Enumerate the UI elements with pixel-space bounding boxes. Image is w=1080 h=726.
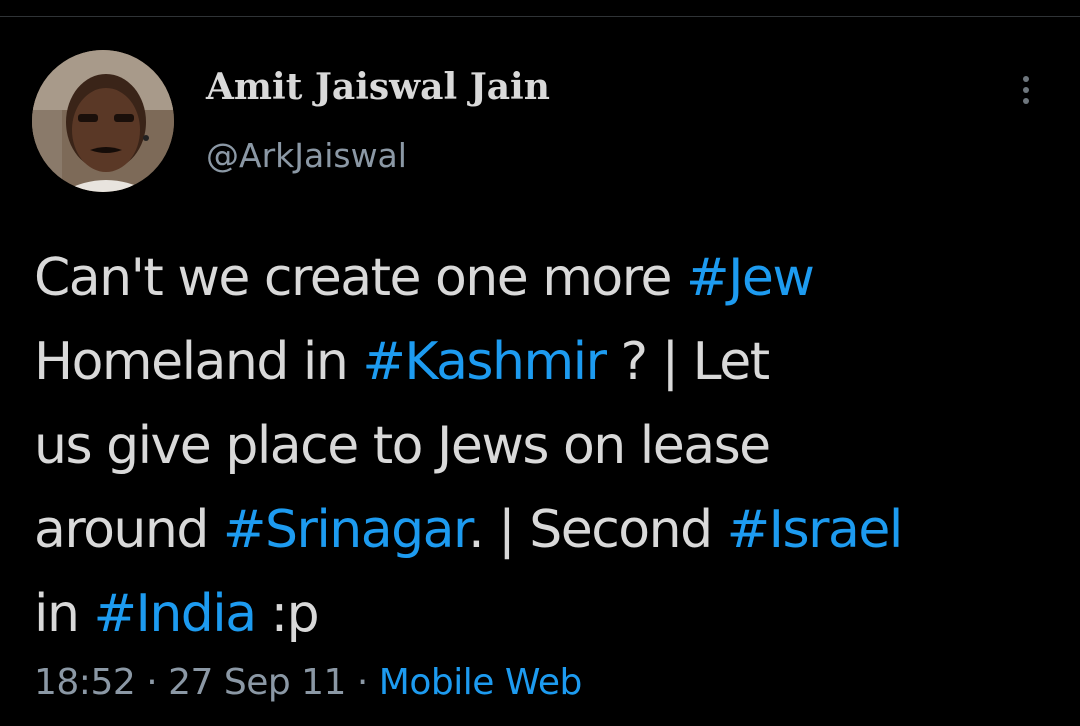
tweet-text-segment: Can't we create one more — [34, 248, 687, 308]
avatar[interactable] — [32, 50, 174, 192]
hashtag-link[interactable]: #Srinagar — [223, 500, 470, 560]
more-vertical-icon — [1023, 76, 1029, 82]
tweet-text-segment: in — [34, 584, 94, 644]
tweet-text-segment: us give place to Jews on lease — [34, 416, 771, 476]
more-vertical-icon-dot — [1023, 87, 1029, 93]
tweet-date[interactable]: 27 Sep 11 — [168, 662, 346, 703]
tweet-text: Can't we create one more #Jew Homeland i… — [34, 236, 1044, 656]
hashtag-link[interactable]: #India — [93, 584, 257, 644]
tweet-text-segment: :p — [255, 584, 320, 644]
hashtag-link[interactable]: #Kashmir — [362, 332, 607, 392]
user-handle[interactable]: @ArkJaiswal — [206, 136, 407, 175]
tweet-line: Can't we create one more #Jew — [34, 236, 1044, 320]
more-options-button[interactable] — [1006, 70, 1046, 110]
tweet-text-segment: around — [34, 500, 223, 560]
top-divider — [0, 16, 1080, 17]
tweet-meta: 18:52 · 27 Sep 11 · Mobile Web — [34, 662, 582, 703]
tweet-line: in #India :p — [34, 572, 1044, 656]
meta-separator: · — [345, 662, 379, 703]
hashtag-link[interactable]: #Jew — [686, 248, 815, 308]
avatar-photo-icon — [32, 50, 174, 192]
tweet-line: Homeland in #Kashmir ? | Let — [34, 320, 1044, 404]
tweet-text-segment: . | Second — [468, 500, 727, 560]
display-name[interactable]: Amit Jaiswal Jain — [206, 66, 550, 108]
tweet-text-segment: ? | Let — [605, 332, 770, 392]
more-vertical-icon-dot — [1023, 98, 1029, 104]
meta-separator: · — [135, 662, 169, 703]
hashtag-link[interactable]: #Israel — [727, 500, 904, 560]
tweet-text-segment: Homeland in — [34, 332, 363, 392]
tweet-line: us give place to Jews on lease — [34, 404, 1044, 488]
tweet-line: around #Srinagar. | Second #Israel — [34, 488, 1044, 572]
tweet-time[interactable]: 18:52 — [34, 662, 136, 703]
tweet-source-link[interactable]: Mobile Web — [379, 662, 583, 703]
